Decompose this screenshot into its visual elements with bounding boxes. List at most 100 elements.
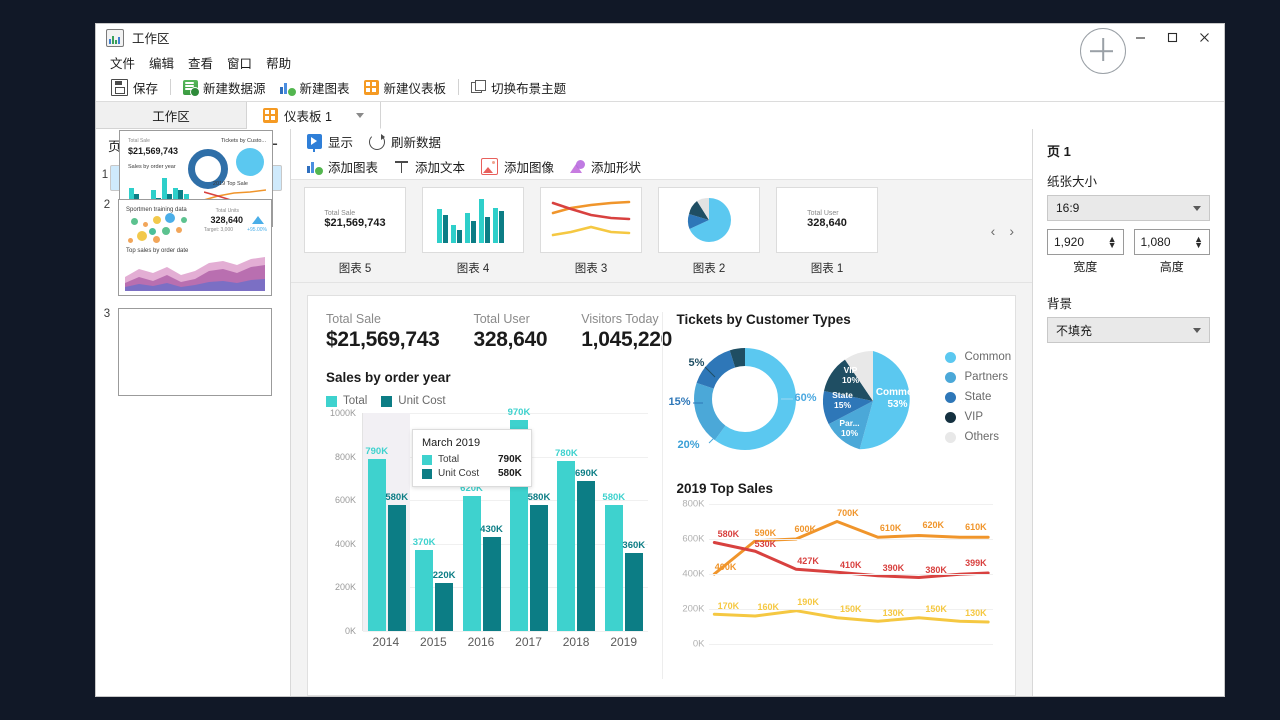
chevron-down-icon[interactable] xyxy=(356,113,364,118)
page-thumbnail-wrapper[interactable]: Total Sale $21,569,743 Sales by order ye… xyxy=(110,165,282,191)
thumb-bubble-title: Sportmen training data xyxy=(126,207,187,213)
bar-group-2014[interactable]: 790K 580K xyxy=(363,413,410,631)
minimize-icon[interactable] xyxy=(1124,24,1156,51)
bar-chart[interactable]: 0K 200K 400K 600K 800K 1000K xyxy=(326,413,648,653)
refresh-data-button[interactable]: 刷新数据 xyxy=(361,130,449,153)
kpi-label: Total Sale xyxy=(326,312,439,326)
gallery-item[interactable]: 图表 4 xyxy=(423,187,523,276)
new-datasource-button[interactable]: 新建数据源 xyxy=(176,74,273,100)
dashboard-left-column: Total Sale $21,569,743 Total User 328,64… xyxy=(326,312,662,679)
line-label: 150K xyxy=(840,604,862,614)
y-tick: 200K xyxy=(335,582,356,592)
gallery-item[interactable]: 图表 2 xyxy=(659,187,759,276)
page-list-item-3[interactable]: 3 xyxy=(96,300,290,400)
bar-label: 580K xyxy=(528,492,551,503)
kpi-total-user: Total User 328,640 xyxy=(473,312,547,352)
line-chart[interactable]: 0K 200K 400K 600K 800K xyxy=(677,504,998,669)
pie-label-vip: VIP10% xyxy=(837,366,865,386)
menu-item-window[interactable]: 窗口 xyxy=(221,51,258,74)
add-chart-button[interactable]: 添加图表 xyxy=(299,155,386,178)
page-list-item-1[interactable]: 1 Total Sale $21,569,743 Sales by order … xyxy=(96,161,290,191)
switch-theme-button[interactable]: 切换布景主题 xyxy=(464,74,573,100)
new-chart-label: 新建图表 xyxy=(300,78,350,97)
line-label: 427K xyxy=(797,556,819,566)
gallery-next-icon[interactable]: › xyxy=(1009,223,1014,239)
kpi-total-sale: Total Sale $21,569,743 xyxy=(326,312,439,352)
kpi-value: $21,569,743 xyxy=(326,328,439,352)
page-number: 1 xyxy=(100,165,110,181)
new-chart-button[interactable]: 新建图表 xyxy=(273,74,357,100)
paper-size-select[interactable]: 16:9 xyxy=(1047,195,1210,221)
legend-dot xyxy=(945,352,956,363)
menu-item-view[interactable]: 查看 xyxy=(182,51,219,74)
add-shape-button[interactable]: 添加形状 xyxy=(562,155,649,178)
new-dashboard-button[interactable]: 新建仪表板 xyxy=(357,74,454,100)
mini-line-chart xyxy=(551,197,631,243)
pie-label-partners: Par...10% xyxy=(833,419,867,439)
save-button[interactable]: 保存 xyxy=(104,74,165,100)
menu-item-help[interactable]: 帮助 xyxy=(260,51,297,74)
pie-chart[interactable]: Common53% Par...10% State15% VIP10% xyxy=(819,347,927,455)
line-label: 620K xyxy=(922,520,944,530)
add-image-button[interactable]: 添加图像 xyxy=(473,155,562,178)
gallery-card-bar[interactable] xyxy=(422,187,524,253)
y-tick: 400K xyxy=(335,539,356,549)
page-thumbnail-wrapper[interactable]: Sportmen training data Total Units 328,6… xyxy=(114,195,276,300)
gallery-card-line[interactable] xyxy=(540,187,642,253)
background-select[interactable]: 不填充 xyxy=(1047,317,1210,343)
menu-item-file[interactable]: 文件 xyxy=(104,51,141,74)
properties-title: 页 1 xyxy=(1047,141,1210,160)
tab-dashboard-1[interactable]: 仪表板 1 xyxy=(247,102,381,129)
maximize-icon[interactable] xyxy=(1156,24,1188,51)
show-label: 显示 xyxy=(328,132,353,151)
chart-gallery: Total Sale $21,569,743 图表 5 xyxy=(291,179,1032,283)
line-label: 410K xyxy=(840,560,862,570)
thumb-delta: +95.00% xyxy=(247,227,267,233)
close-icon[interactable] xyxy=(1188,24,1220,51)
menu-item-edit[interactable]: 编辑 xyxy=(143,51,180,74)
gallery-item[interactable]: Total Sale $21,569,743 图表 5 xyxy=(305,187,405,276)
gallery-item[interactable]: Total User 328,640 图表 1 xyxy=(777,187,877,276)
gallery-card-pie[interactable] xyxy=(658,187,760,253)
legend-label: State xyxy=(965,391,992,403)
dashboard-canvas[interactable]: Total Sale $21,569,743 Total User 328,64… xyxy=(291,283,1032,696)
height-input[interactable]: 1,080 ▲▼ xyxy=(1134,229,1211,255)
kpi-value: 1,045,220 xyxy=(581,328,672,352)
tooltip-row: Total 790K xyxy=(422,454,522,465)
tab-workspace[interactable]: 工作区 xyxy=(96,102,247,128)
line-label: 600K xyxy=(794,524,816,534)
add-text-button[interactable]: 添加文本 xyxy=(386,155,473,178)
stepper-icon[interactable]: ▲▼ xyxy=(1194,236,1203,249)
y-tick: 0K xyxy=(693,639,705,650)
page-list-item-2[interactable]: 2 Sportmen training data Total Units 328… xyxy=(96,191,290,300)
bar-chart-y-axis: 0K 200K 400K 600K 800K 1000K xyxy=(326,413,360,631)
donut-label-20: 20% xyxy=(678,439,700,451)
gallery-card-kpi[interactable]: Total Sale $21,569,743 xyxy=(304,187,406,253)
bar-group-2019[interactable]: 580K 360K xyxy=(600,413,647,631)
thumb-bars-title: Sales by order year xyxy=(128,164,176,170)
page-thumbnail-wrapper[interactable] xyxy=(114,304,276,400)
thumb-target-label: Target: 3,000 xyxy=(204,227,233,233)
properties-panel: 页 1 纸张大小 16:9 1,920 ▲▼ 宽度 1,080 ▲▼ xyxy=(1032,129,1224,696)
window-controls xyxy=(1124,24,1220,51)
add-chart-label: 添加图表 xyxy=(328,157,378,176)
width-input[interactable]: 1,920 ▲▼ xyxy=(1047,229,1124,255)
line-label: 700K xyxy=(837,508,859,518)
line-label: 400K xyxy=(715,562,737,572)
show-button[interactable]: 显示 xyxy=(299,130,361,153)
gallery-item[interactable]: 图表 3 xyxy=(541,187,641,276)
stepper-icon[interactable]: ▲▼ xyxy=(1108,236,1117,249)
bar-unit-cost: 690K xyxy=(577,481,595,631)
y-tick: 800K xyxy=(335,452,356,462)
new-chart-icon xyxy=(280,80,295,95)
tickets-chart-title: Tickets by Customer Types xyxy=(677,312,998,327)
donut-chart[interactable]: 60% 5% 15% 20% xyxy=(677,341,807,461)
new-dashboard-label: 新建仪表板 xyxy=(384,78,447,97)
height-label: 高度 xyxy=(1134,258,1211,275)
gallery-prev-icon[interactable]: ‹ xyxy=(991,223,996,239)
thumb-area-chart xyxy=(125,255,265,291)
new-dashboard-icon xyxy=(364,80,379,95)
gallery-card-kpi[interactable]: Total User 328,640 xyxy=(776,187,878,253)
cursor-overlay xyxy=(1080,28,1126,74)
bar-group-2018[interactable]: 780K 690K xyxy=(553,413,600,631)
